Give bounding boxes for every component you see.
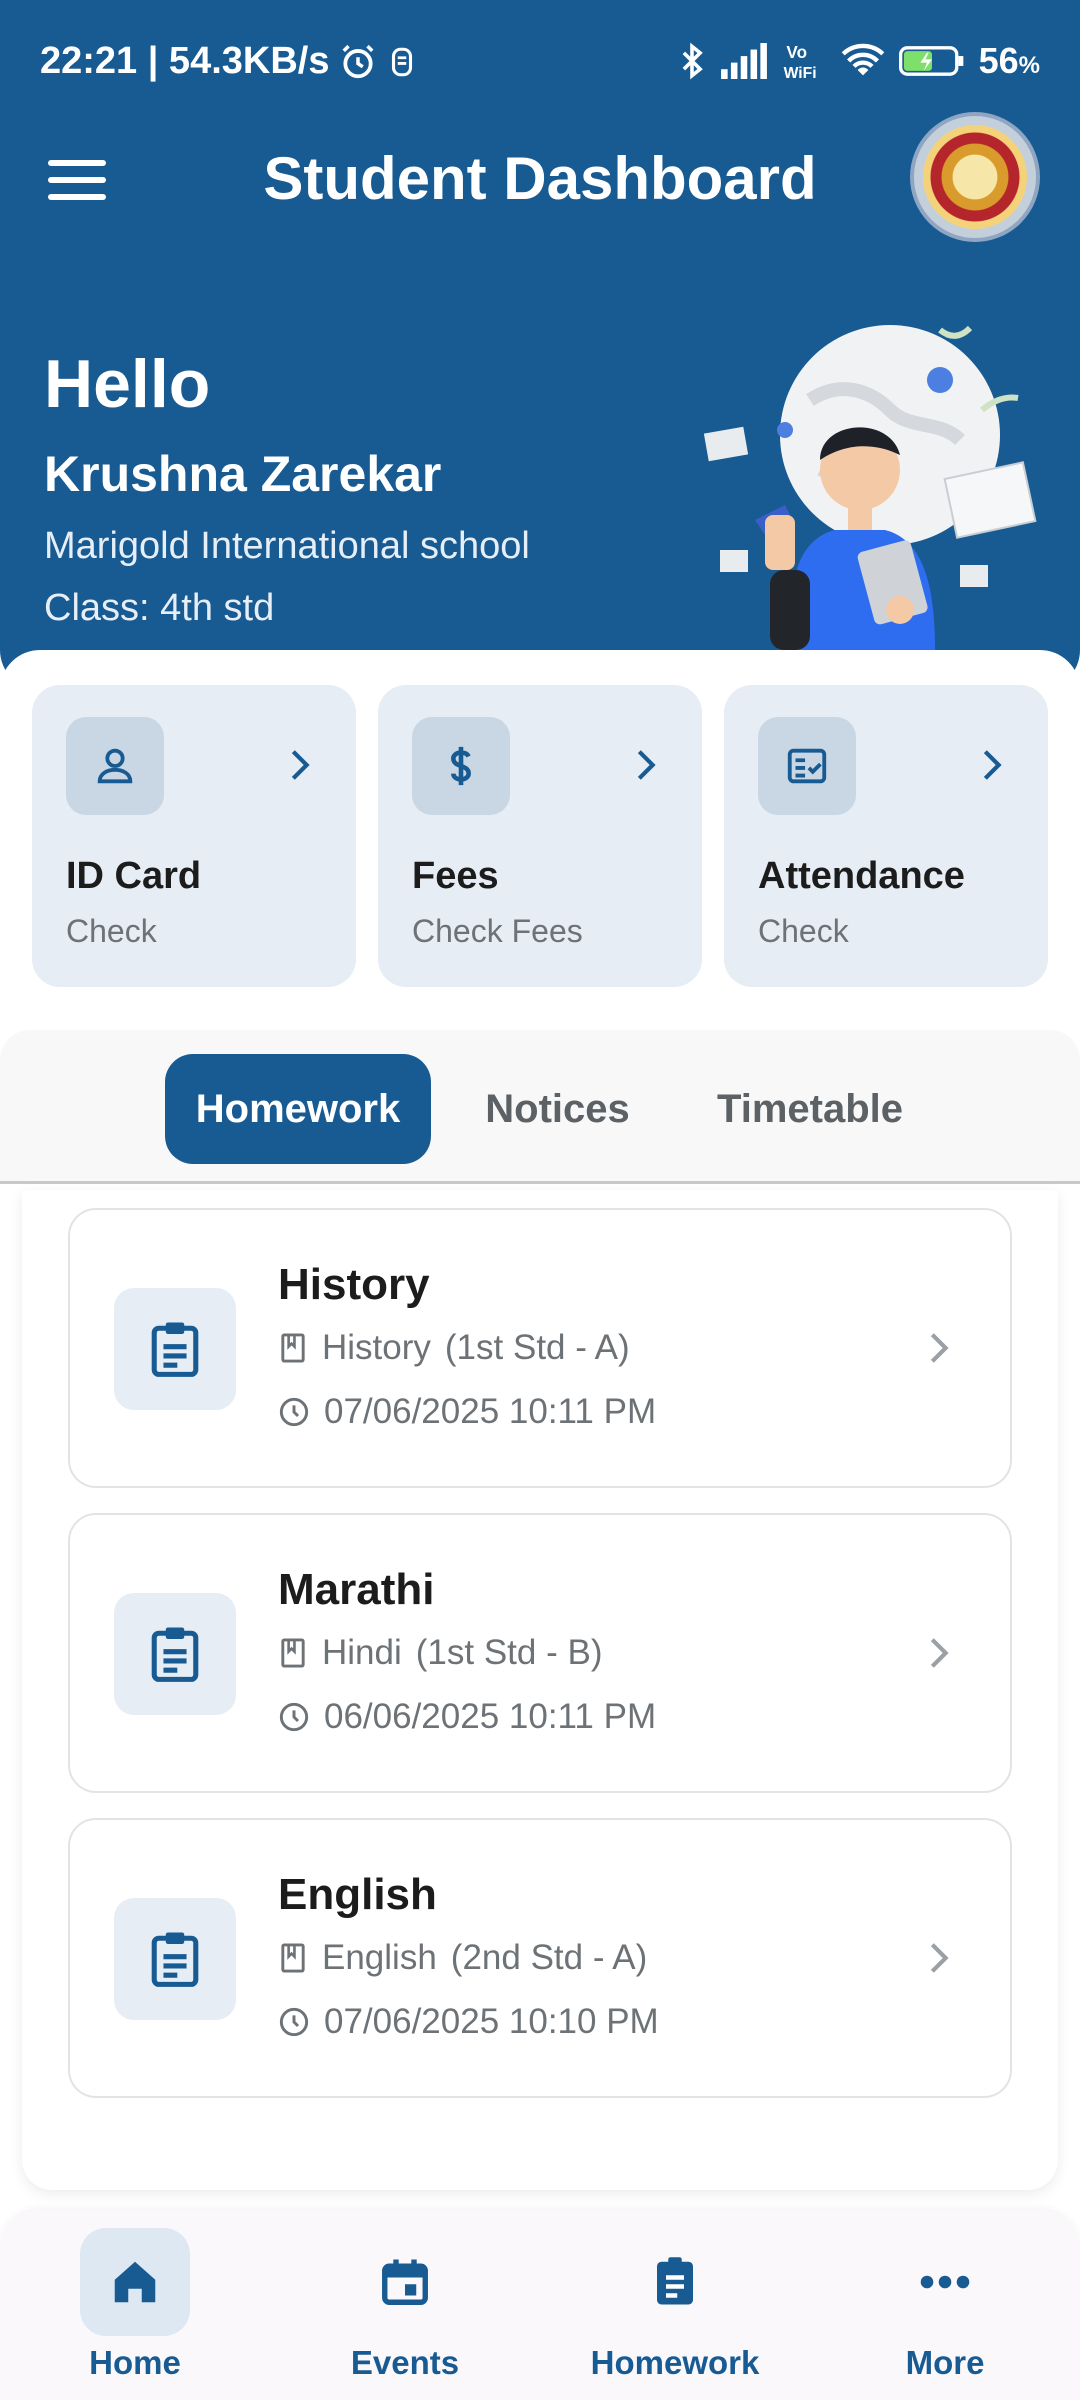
- svg-text:WiFi: WiFi: [783, 65, 816, 81]
- clock-icon: [279, 1397, 309, 1427]
- notification-icon: [387, 45, 417, 79]
- attendance-card[interactable]: Attendance Check: [724, 685, 1048, 987]
- homework-subject: Hindi: [322, 1633, 402, 1672]
- quick-actions: ID Card Check Fees Check Fees Attendance…: [32, 685, 1048, 987]
- bottom-navigation: Home Events Homework More: [0, 2210, 1080, 2400]
- greeting-hello: Hello: [44, 346, 211, 422]
- book-icon: [281, 1333, 305, 1363]
- student-class: Class: 4th std: [44, 587, 275, 629]
- chevron-right-icon: [291, 750, 310, 780]
- student-name: Krushna Zarekar: [44, 446, 442, 502]
- tab-bar: Homework Notices Timetable: [0, 1030, 1080, 1184]
- homework-datetime: 07/06/2025 10:11 PM: [324, 1392, 657, 1431]
- clock-icon: [279, 2007, 309, 2037]
- nav-label: Homework: [590, 2344, 760, 2381]
- battery-level: 56%: [978, 40, 1040, 81]
- status-bar: 22:21 | 54.3KB/s Vo WiFi 56%: [0, 0, 1080, 120]
- book-icon: [281, 1943, 305, 1973]
- wifi-icon: [841, 43, 885, 79]
- homework-date-row: 07/06/2025 10:10 PM: [278, 2002, 659, 2042]
- homework-datetime: 07/06/2025 10:10 PM: [324, 2002, 659, 2041]
- signal-icon: [719, 43, 769, 79]
- nav-more[interactable]: More: [850, 2228, 1040, 2388]
- nav-home[interactable]: Home: [40, 2228, 230, 2388]
- book-icon: [281, 1638, 305, 1668]
- tab-homework[interactable]: Homework: [165, 1054, 431, 1164]
- homework-title: Marathi: [278, 1565, 435, 1614]
- chevron-right-icon: [930, 1333, 949, 1363]
- chevron-right-icon: [983, 750, 1002, 780]
- tab-notices[interactable]: Notices: [450, 1054, 665, 1164]
- homework-date-row: 06/06/2025 10:11 PM: [278, 1697, 656, 1737]
- battery-icon: [898, 44, 965, 78]
- clipboard-icon: [114, 1288, 236, 1410]
- school-name: Marigold International school: [44, 525, 530, 567]
- status-right: Vo WiFi 56%: [679, 40, 1040, 82]
- dollar-icon: [412, 717, 510, 815]
- clock-icon: [279, 1702, 309, 1732]
- status-left: 22:21 | 54.3KB/s: [40, 40, 417, 83]
- homework-class: (1st Std - A): [444, 1328, 630, 1367]
- quick-action-subtitle: Check Fees: [412, 913, 583, 949]
- homework-subject-row: English (2nd Std - A): [278, 1938, 647, 1978]
- nav-homework[interactable]: Homework: [580, 2228, 770, 2388]
- bluetooth-icon: [679, 41, 705, 81]
- nav-label: More: [905, 2344, 985, 2381]
- person-icon: [66, 717, 164, 815]
- school-logo[interactable]: [910, 112, 1040, 242]
- quick-action-subtitle: Check: [66, 913, 157, 949]
- nav-label: Home: [89, 2344, 181, 2381]
- chevron-right-icon: [930, 1943, 949, 1973]
- homework-date-row: 07/06/2025 10:11 PM: [278, 1392, 656, 1432]
- home-icon: [80, 2228, 190, 2336]
- id-card-card[interactable]: ID Card Check: [32, 685, 356, 987]
- quick-action-title: Fees: [412, 855, 499, 897]
- quick-action-title: Attendance: [758, 855, 965, 897]
- homework-card[interactable]: English English (2nd Std - A) 07/06/2025…: [68, 1818, 1012, 2098]
- homework-title: History: [278, 1260, 430, 1309]
- homework-class: (2nd Std - A): [450, 1938, 648, 1977]
- nav-label: Events: [350, 2344, 460, 2381]
- calendar-icon: [350, 2228, 460, 2336]
- student-illustration: [703, 325, 1037, 650]
- homework-subject-row: History (1st Std - A): [278, 1328, 630, 1368]
- homework-card[interactable]: Marathi Hindi (1st Std - B) 06/06/2025 1…: [68, 1513, 1012, 1793]
- nav-events[interactable]: Events: [310, 2228, 500, 2388]
- homework-subject-row: Hindi (1st Std - B): [278, 1633, 602, 1673]
- homework-subject: History: [322, 1328, 431, 1367]
- vowifi-icon: Vo WiFi: [783, 41, 827, 81]
- homework-class: (1st Std - B): [415, 1633, 603, 1672]
- svg-text:Vo: Vo: [786, 42, 807, 62]
- homework-card[interactable]: History History (1st Std - A) 07/06/2025…: [68, 1208, 1012, 1488]
- homework-list: History History (1st Std - A) 07/06/2025…: [22, 1190, 1058, 2190]
- more-icon: [890, 2228, 1000, 2336]
- attendance-icon: [758, 717, 856, 815]
- homework-title: English: [278, 1870, 437, 1919]
- chevron-right-icon: [637, 750, 656, 780]
- alarm-icon: [339, 43, 377, 81]
- clipboard-icon: [114, 1898, 236, 2020]
- homework-subject: English: [322, 1938, 437, 1977]
- tab-timetable[interactable]: Timetable: [690, 1054, 930, 1164]
- header-banner: 22:21 | 54.3KB/s Vo WiFi 56% Student Das…: [0, 0, 1080, 690]
- quick-action-subtitle: Check: [758, 913, 849, 949]
- fees-card[interactable]: Fees Check Fees: [378, 685, 702, 987]
- app-bar: Student Dashboard: [0, 112, 1080, 242]
- quick-action-title: ID Card: [66, 855, 202, 897]
- chevron-right-icon: [930, 1638, 949, 1668]
- clipboard-icon: [114, 1593, 236, 1715]
- clipboard-icon: [620, 2228, 730, 2336]
- status-time-speed: 22:21 | 54.3KB/s: [40, 40, 330, 82]
- homework-datetime: 06/06/2025 10:11 PM: [324, 1697, 657, 1736]
